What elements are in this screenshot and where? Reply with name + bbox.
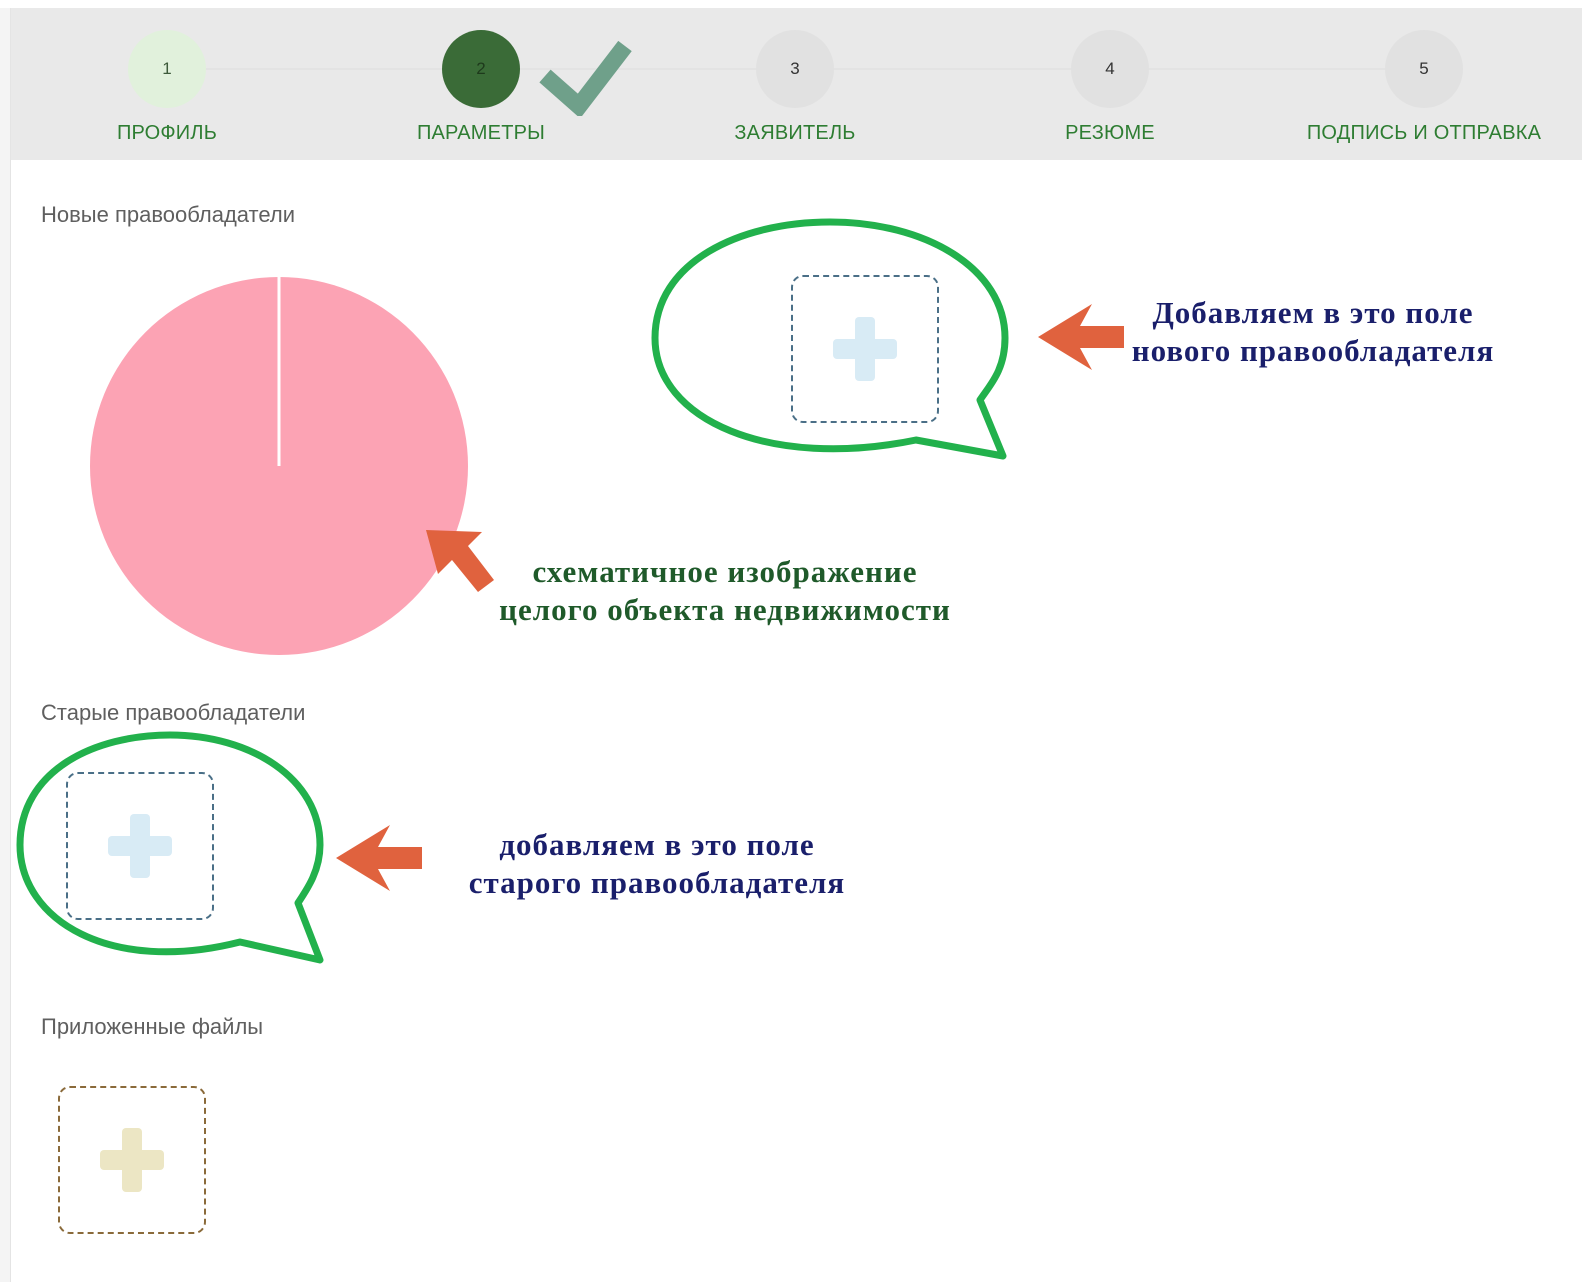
step-label-profile: ПРОФИЛЬ (116, 122, 218, 144)
add-old-holder-button[interactable] (66, 772, 214, 920)
old-holder-note-line1: добавляем в это поле (499, 827, 815, 862)
new-holder-note-line2: нового правообладателя (1131, 333, 1495, 368)
step-summary[interactable]: 4 РЕЗЮМЕ (960, 8, 1260, 160)
new-holders-title: Новые правообладатели (41, 202, 295, 227)
arrow-icon-old-holder (336, 825, 422, 891)
arrow-icon-new-holder (1038, 304, 1124, 370)
property-pie-chart (90, 277, 468, 655)
old-holder-note-line2: старого правообладателя (468, 865, 846, 900)
step-number-1: 1 (128, 30, 206, 108)
left-frame (0, 8, 11, 1282)
step-applicant[interactable]: 3 ЗАЯВИТЕЛЬ (645, 8, 945, 160)
new-holder-note-line1: Добавляем в это поле (1152, 295, 1474, 330)
step-number-3: 3 (756, 30, 834, 108)
step-sign-send[interactable]: 5 ПОДПИСЬ И ОТПРАВКА (1274, 8, 1574, 160)
new-holder-note: Добавляем в это поле нового правообладат… (1128, 294, 1498, 370)
add-new-holder-button[interactable] (791, 275, 939, 423)
pie-note-line2: целого объекта недвижимости (499, 592, 951, 627)
step-number-5: 5 (1385, 30, 1463, 108)
pie-note-line1: схематичное изображение (532, 554, 918, 589)
attached-files-title: Приложенные файлы (41, 1014, 264, 1039)
step-profile[interactable]: 1 ПРОФИЛЬ (17, 8, 317, 160)
add-file-button[interactable] (58, 1086, 206, 1234)
wizard-stepper: 1 ПРОФИЛЬ 2 ПАРАМЕТРЫ 3 ЗАЯВИТЕЛЬ 4 РЕЗЮ… (11, 8, 1582, 160)
old-holders-title: Старые правообладатели (41, 700, 306, 725)
step-number-4: 4 (1071, 30, 1149, 108)
step-label-summary: РЕЗЮМЕ (1065, 122, 1155, 144)
old-holder-note: добавляем в это поле старого правооблада… (462, 826, 852, 902)
checkmark-icon (539, 40, 632, 116)
pie-note: схематичное изображение целого объекта н… (490, 553, 960, 629)
step-number-2: 2 (442, 30, 520, 108)
step-label-sign-send: ПОДПИСЬ И ОТПРАВКА (1306, 122, 1542, 144)
top-frame (0, 0, 1582, 8)
step-label-parameters: ПАРАМЕТРЫ (416, 122, 546, 144)
step-label-applicant: ЗАЯВИТЕЛЬ (734, 122, 856, 144)
